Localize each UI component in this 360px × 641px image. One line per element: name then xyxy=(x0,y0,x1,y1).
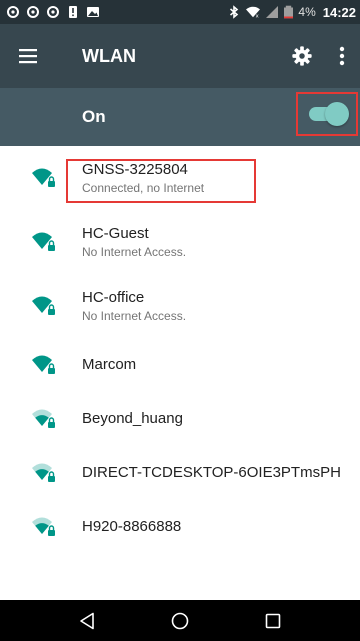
image-icon xyxy=(87,7,99,17)
wifi-medium-lock-icon xyxy=(32,409,55,428)
wifi-full-lock-icon xyxy=(32,232,55,251)
wifi-switch[interactable] xyxy=(309,102,349,126)
back-icon xyxy=(79,612,94,629)
alert-icon xyxy=(69,6,77,18)
clock: 14:22 xyxy=(322,4,356,20)
wifi-switch-thumb xyxy=(325,102,349,126)
network-item[interactable]: H920-8866888 xyxy=(0,500,360,554)
wifi-toggle-bar[interactable]: On xyxy=(0,88,360,146)
network-name: HC-office xyxy=(82,289,145,306)
notification-icon xyxy=(7,6,19,18)
notification-icon xyxy=(47,6,59,18)
network-item[interactable]: Beyond_huang xyxy=(0,392,360,446)
network-status: Connected, no Internet xyxy=(82,181,205,195)
bluetooth-icon xyxy=(230,5,239,19)
no-signal-icon xyxy=(266,6,279,18)
home-button[interactable] xyxy=(160,600,200,641)
wifi-medium-lock-icon xyxy=(32,463,55,482)
back-button[interactable] xyxy=(67,600,107,641)
notification-icon xyxy=(27,6,39,18)
wifi-icon: x xyxy=(246,6,261,19)
network-name: Beyond_huang xyxy=(82,410,183,427)
battery-icon xyxy=(284,5,294,19)
network-name: DIRECT-TCDESKTOP-6OIE3PTmsPH xyxy=(82,464,341,481)
network-list: GNSS-3225804 Connected, no Internet HC-G… xyxy=(0,146,360,600)
network-status: No Internet Access. xyxy=(82,245,187,259)
battery-percent: 4% xyxy=(298,5,316,19)
wifi-full-lock-icon xyxy=(32,296,55,315)
network-item[interactable]: HC-office No Internet Access. xyxy=(0,274,360,338)
app-bar: WLAN xyxy=(0,24,360,88)
network-item[interactable]: DIRECT-TCDESKTOP-6OIE3PTmsPH xyxy=(0,446,360,500)
page-title: WLAN xyxy=(82,45,136,66)
svg-text:x: x xyxy=(256,13,259,19)
network-status: No Internet Access. xyxy=(82,309,187,323)
network-name: HC-Guest xyxy=(82,225,149,242)
gear-icon xyxy=(292,46,312,66)
network-name: GNSS-3225804 xyxy=(82,161,188,178)
status-notifications xyxy=(6,5,100,19)
network-name: H920-8866888 xyxy=(82,518,182,535)
network-item[interactable]: Marcom xyxy=(0,338,360,392)
network-item[interactable]: GNSS-3225804 Connected, no Internet xyxy=(0,146,360,210)
home-icon xyxy=(171,612,189,629)
more-options-button[interactable] xyxy=(324,24,360,88)
status-system: x 4% 14:22 xyxy=(227,5,356,20)
wifi-switch-highlight xyxy=(296,92,358,136)
settings-button[interactable] xyxy=(280,24,324,88)
status-bar: x 4% 14:22 xyxy=(0,0,360,24)
wifi-full-lock-icon xyxy=(32,355,55,374)
more-vert-icon xyxy=(339,46,345,66)
network-item[interactable]: HC-Guest No Internet Access. xyxy=(0,210,360,274)
network-name: Marcom xyxy=(82,356,137,373)
wifi-medium-lock-icon xyxy=(32,517,55,536)
menu-button[interactable] xyxy=(0,24,56,88)
menu-icon xyxy=(19,49,37,64)
recents-button[interactable] xyxy=(253,600,293,641)
recents-icon xyxy=(266,613,281,628)
navigation-bar xyxy=(0,600,360,641)
wifi-full-lock-icon xyxy=(32,168,55,187)
